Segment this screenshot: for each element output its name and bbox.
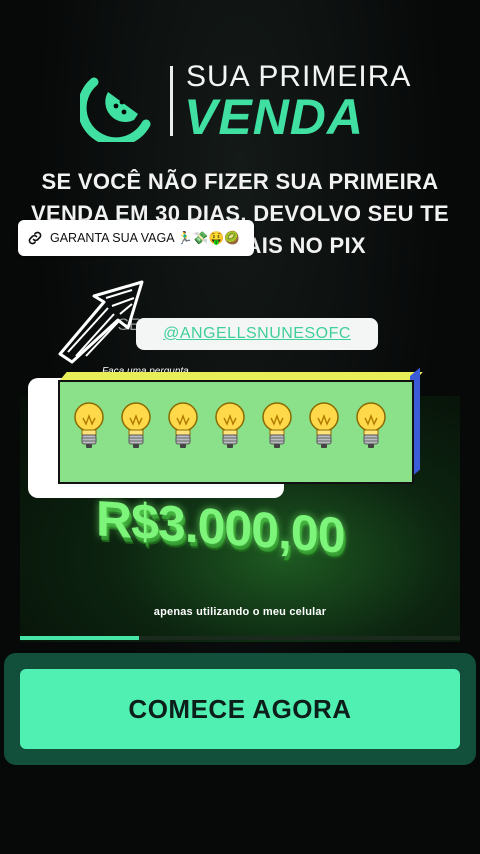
mention-sticker-label: @ANGELLSNUNESOFC (163, 325, 351, 342)
light-bulb-icon (356, 402, 386, 448)
link-sticker-label: GARANTA SUA VAGA 🏃‍♂️💸🤑🥝 (50, 230, 240, 245)
bulb-box-top-edge (60, 372, 423, 380)
bulbs-row (70, 400, 390, 460)
watermelon-slice-icon (80, 77, 151, 142)
logo-title-line2: VENDA (184, 89, 365, 145)
video-subtitle: apenas utilizando o meu celular (153, 606, 327, 618)
mention-sticker[interactable]: @ANGELLSNUNESOFC (136, 318, 378, 350)
light-bulb-icon (262, 402, 292, 448)
link-icon (28, 231, 42, 245)
light-bulb-icon (215, 402, 245, 448)
link-sticker[interactable]: GARANTA SUA VAGA 🏃‍♂️💸🤑🥝 (18, 220, 254, 256)
progress-fill (20, 636, 139, 640)
logo-divider (170, 66, 173, 136)
light-bulb-icon (121, 402, 151, 448)
start-now-button[interactable]: COMECE AGORA (20, 669, 460, 749)
light-bulb-icon (309, 402, 339, 448)
light-bulb-icon (74, 402, 104, 448)
cta-label: COMECE AGORA (128, 693, 352, 724)
light-bulb-icon (168, 402, 198, 448)
